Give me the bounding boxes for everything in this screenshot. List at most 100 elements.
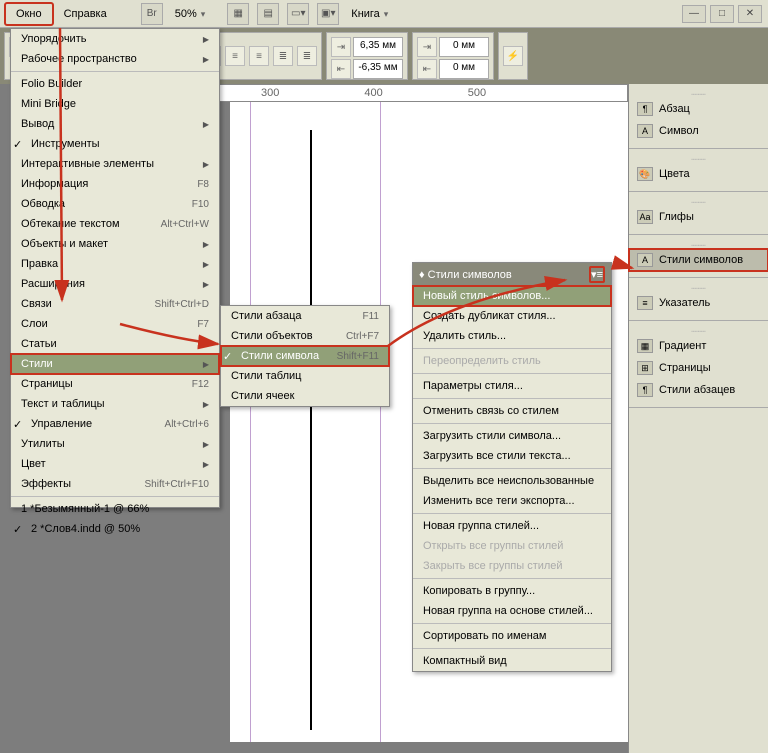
menu-item[interactable]: Новая группа на основе стилей... bbox=[413, 601, 611, 621]
panel-tab[interactable]: ▦Градиент bbox=[629, 335, 768, 357]
menu-help[interactable]: Справка bbox=[54, 4, 117, 24]
menu-item[interactable]: Стили объектовCtrl+F7 bbox=[221, 326, 389, 346]
ruler-tick: 500 bbox=[468, 87, 486, 99]
panel-tab[interactable]: AСимвол bbox=[629, 120, 768, 142]
justify-icon[interactable]: ≣ bbox=[273, 46, 293, 66]
menu-item[interactable]: Интерактивные элементы▶ bbox=[11, 154, 219, 174]
column-guide bbox=[310, 130, 312, 730]
align-right-icon[interactable]: ≡ bbox=[249, 46, 269, 66]
menu-item[interactable]: Отменить связь со стилем bbox=[413, 401, 611, 421]
menu-item[interactable]: Mini Bridge bbox=[11, 94, 219, 114]
view-mode-2-icon[interactable]: ▤ bbox=[257, 3, 279, 25]
menu-item[interactable]: Параметры стиля... bbox=[413, 376, 611, 396]
menu-item[interactable]: Загрузить все стили текста... bbox=[413, 446, 611, 466]
menu-separator bbox=[413, 578, 611, 579]
menu-separator bbox=[413, 348, 611, 349]
panel-menu-button-highlight[interactable]: ▾≡ bbox=[589, 266, 605, 283]
menu-item[interactable]: ИнформацияF8 bbox=[11, 174, 219, 194]
screen-mode-icon[interactable]: ▣▾ bbox=[317, 3, 339, 25]
menu-item[interactable]: СлоиF7 bbox=[11, 314, 219, 334]
menu-item[interactable]: Статьи bbox=[11, 334, 219, 354]
indent-bottom-icon[interactable]: ⇤ bbox=[331, 59, 351, 79]
menu-item[interactable]: Стили▶ bbox=[11, 354, 219, 374]
view-mode-1-icon[interactable]: ▦ bbox=[227, 3, 249, 25]
spacing-before-input[interactable]: 6,35 мм bbox=[353, 37, 403, 57]
indent-left-input[interactable]: 0 мм bbox=[439, 37, 489, 57]
panel-grip[interactable]: ┄┄┄ bbox=[629, 155, 768, 163]
menu-item[interactable]: Вывод▶ bbox=[11, 114, 219, 134]
menu-item[interactable]: Рабочее пространство▶ bbox=[11, 49, 219, 69]
menu-item[interactable]: Выделить все неиспользованные bbox=[413, 471, 611, 491]
menu-item[interactable]: Обтекание текстомAlt+Ctrl+W bbox=[11, 214, 219, 234]
menu-item[interactable]: Загрузить стили символа... bbox=[413, 426, 611, 446]
menu-item[interactable]: Сортировать по именам bbox=[413, 626, 611, 646]
maximize-icon[interactable]: □ bbox=[710, 5, 734, 23]
menu-item[interactable]: СтраницыF12 bbox=[11, 374, 219, 394]
menu-item[interactable]: Удалить стиль... bbox=[413, 326, 611, 346]
menu-item[interactable]: ✓Стили символаShift+F11 bbox=[221, 346, 389, 366]
menu-separator bbox=[413, 398, 611, 399]
menu-item[interactable]: Создать дубликат стиля... bbox=[413, 306, 611, 326]
lightning-icon[interactable]: ⚡ bbox=[503, 46, 523, 66]
panel-tab[interactable]: ¶Стили абзацев bbox=[629, 379, 768, 401]
menu-item[interactable]: Объекты и макет▶ bbox=[11, 234, 219, 254]
arrange-icon[interactable]: ▭▾ bbox=[287, 3, 309, 25]
indent-right-input[interactable]: 0 мм bbox=[439, 59, 489, 79]
menu-item[interactable]: Новый стиль символов... bbox=[413, 286, 611, 306]
minimize-icon[interactable]: — bbox=[682, 5, 706, 23]
menu-separator bbox=[413, 623, 611, 624]
menu-separator bbox=[413, 513, 611, 514]
menu-item[interactable]: ✓Инструменты bbox=[11, 134, 219, 154]
spacing-after-input[interactable]: -6,35 мм bbox=[353, 59, 403, 79]
menu-item[interactable]: Стили таблиц bbox=[221, 366, 389, 386]
panel-tab[interactable]: ⊞Страницы bbox=[629, 357, 768, 379]
menu-item: Переопределить стиль bbox=[413, 351, 611, 371]
panel-tab[interactable]: 🎨Цвета bbox=[629, 163, 768, 185]
menu-separator bbox=[11, 496, 219, 497]
menu-item[interactable]: 1 *Безымянный-1 @ 66% bbox=[11, 499, 219, 519]
menu-item[interactable]: ОбводкаF10 bbox=[11, 194, 219, 214]
menu-item[interactable]: Цвет▶ bbox=[11, 454, 219, 474]
menu-item[interactable]: Folio Builder bbox=[11, 74, 219, 94]
panel-tab[interactable]: ≡Указатель bbox=[629, 292, 768, 314]
menu-item[interactable]: Утилиты▶ bbox=[11, 434, 219, 454]
menu-item[interactable]: Текст и таблицы▶ bbox=[11, 394, 219, 414]
styles-submenu: Стили абзацаF11Стили объектовCtrl+F7✓Сти… bbox=[220, 305, 390, 407]
menu-item[interactable]: ЭффектыShift+Ctrl+F10 bbox=[11, 474, 219, 494]
menu-item[interactable]: ✓2 *Слов4.indd @ 50% bbox=[11, 519, 219, 539]
menu-item[interactable]: Копировать в группу... bbox=[413, 581, 611, 601]
menu-window[interactable]: Окно bbox=[4, 2, 54, 26]
workspace-selector[interactable]: Книга bbox=[343, 4, 396, 24]
menu-item[interactable]: Стили ячеек bbox=[221, 386, 389, 406]
panel-grip[interactable]: ┄┄┄ bbox=[629, 90, 768, 98]
panel-group: ┄┄┄AСтили символов bbox=[629, 235, 768, 278]
menubar: Окно Справка Br 50% ▦ ▤ ▭▾ ▣▾ Книга — □ … bbox=[0, 0, 768, 28]
menu-item[interactable]: Упорядочить▶ bbox=[11, 29, 219, 49]
menu-item[interactable]: СвязиShift+Ctrl+D bbox=[11, 294, 219, 314]
menu-separator bbox=[413, 468, 611, 469]
menu-item[interactable]: Изменить все теги экспорта... bbox=[413, 491, 611, 511]
menu-item[interactable]: Стили абзацаF11 bbox=[221, 306, 389, 326]
close-icon[interactable]: ✕ bbox=[738, 5, 762, 23]
bridge-icon[interactable]: Br bbox=[141, 3, 163, 25]
panel-tab[interactable]: AСтили символов bbox=[629, 249, 768, 271]
panel-grip[interactable]: ┄┄┄ bbox=[629, 241, 768, 249]
menu-item[interactable]: Правка▶ bbox=[11, 254, 219, 274]
panel-tab[interactable]: ¶Абзац bbox=[629, 98, 768, 120]
menu-item[interactable]: Новая группа стилей... bbox=[413, 516, 611, 536]
panel-icon: ¶ bbox=[637, 383, 653, 397]
panel-grip[interactable]: ┄┄┄ bbox=[629, 284, 768, 292]
zoom-level[interactable]: 50% bbox=[167, 4, 214, 24]
justify-2-icon[interactable]: ≣ bbox=[297, 46, 317, 66]
panel-tab[interactable]: AaГлифы bbox=[629, 206, 768, 228]
menu-separator bbox=[11, 71, 219, 72]
panel-grip[interactable]: ┄┄┄ bbox=[629, 198, 768, 206]
indent-right-icon[interactable]: ⇤ bbox=[417, 59, 437, 79]
panel-grip[interactable]: ┄┄┄ bbox=[629, 327, 768, 335]
menu-item[interactable]: Расширения▶ bbox=[11, 274, 219, 294]
indent-top-icon[interactable]: ⇥ bbox=[331, 37, 351, 57]
menu-item[interactable]: Компактный вид bbox=[413, 651, 611, 671]
align-center-icon[interactable]: ≡ bbox=[225, 46, 245, 66]
menu-item[interactable]: ✓УправлениеAlt+Ctrl+6 bbox=[11, 414, 219, 434]
indent-left-icon[interactable]: ⇥ bbox=[417, 37, 437, 57]
